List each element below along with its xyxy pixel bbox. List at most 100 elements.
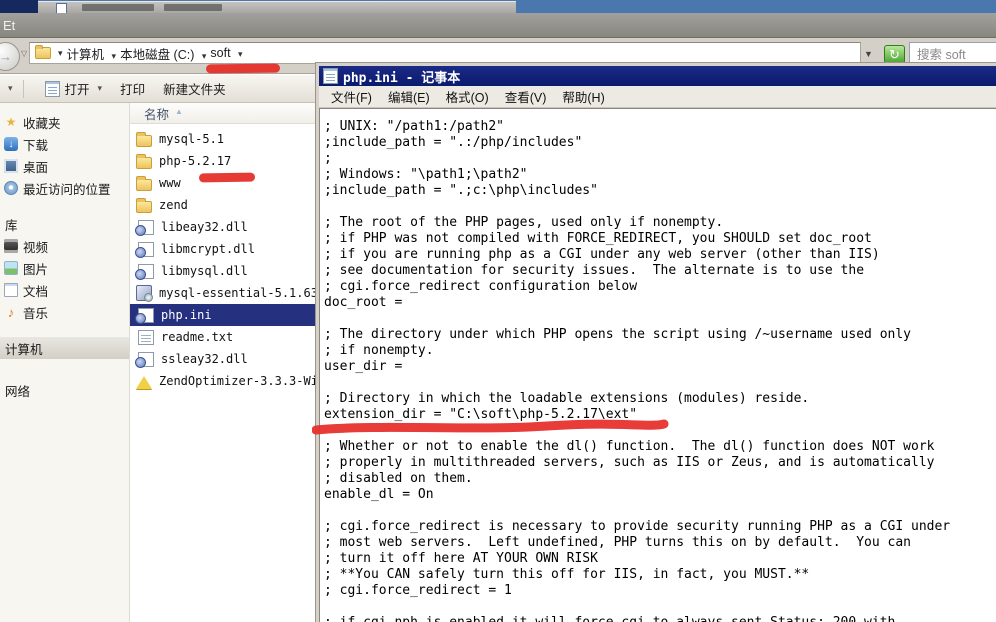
editor-line: enable_dl = On (324, 487, 996, 503)
file-icon (138, 242, 154, 257)
editor-line: ; Windows: "\path1;\path2" (324, 167, 996, 183)
background-window-titlebar (38, 1, 516, 13)
editor-line: ; turn it off here AT YOUR OWN RISK (324, 551, 996, 567)
sidebar-item-icon (4, 283, 18, 297)
folder-icon (35, 47, 51, 59)
breadcrumb: 计算机 ▾ 本地磁盘 (C:) ▾ soft ▾ (67, 44, 247, 63)
menu-item[interactable]: 文件(F) (323, 85, 380, 108)
explorer-title-fragment: Et (3, 18, 15, 33)
editor-line: ; Directory in which the loadable extens… (324, 391, 996, 407)
chevron-down-icon[interactable]: ▾ (108, 51, 121, 61)
chevron-down-icon[interactable]: ▾ (234, 49, 247, 59)
red-marker-php-folder (199, 173, 255, 183)
editor-line: doc_root = (324, 295, 996, 311)
forward-button[interactable]: → (0, 42, 20, 71)
print-button[interactable]: 打印 (111, 76, 154, 101)
address-bar[interactable]: ▾ 计算机 ▾ 本地磁盘 (C:) ▾ soft ▾ (29, 42, 861, 64)
editor-line: ; if PHP was not compiled with FORCE_RED… (324, 231, 996, 247)
file-icon (138, 330, 154, 345)
sidebar-item-icon (4, 181, 18, 195)
editor-line: ; most web servers. Left undefined, PHP … (324, 535, 996, 551)
sidebar-item[interactable]: 最近访问的位置 (0, 177, 129, 199)
chevron-down-icon: ▾ (98, 83, 103, 94)
editor-line: ; **You CAN safely turn this off for IIS… (324, 567, 996, 583)
sidebar-item[interactable]: 视频 (0, 235, 129, 257)
editor-line: ; if cgi.nph is enabled it will force cg… (324, 615, 996, 622)
background-window-title-blur (82, 4, 154, 11)
editor-line: user_dir = (324, 359, 996, 375)
sidebar-item[interactable]: 网络 (0, 379, 129, 401)
notepad-title: php.ini - 记事本 (343, 67, 460, 86)
new-folder-button[interactable]: 新建文件夹 (154, 76, 235, 101)
file-icon (136, 135, 152, 147)
sidebar-item[interactable]: 文档 (0, 279, 129, 301)
sidebar-item[interactable]: 收藏夹 (0, 111, 129, 133)
breadcrumb-segment[interactable]: soft (210, 46, 230, 60)
file-icon (136, 285, 152, 301)
red-marker-soft-breadcrumb (206, 64, 280, 74)
file-icon (136, 179, 152, 191)
desktop: Et → ▽ ▾ 计算机 ▾ 本地磁盘 (C:) ▾ (0, 0, 996, 622)
editor-line: ;include_path = ".:/php/includes" (324, 135, 996, 151)
sidebar-item-icon (4, 239, 18, 253)
editor-line: ; see documentation for security issues.… (324, 263, 996, 279)
editor-line: ; Whether or not to enable the dl() func… (324, 439, 996, 455)
editor-line: ; The directory under which PHP opens th… (324, 327, 996, 343)
nav-history-dropdown-icon[interactable]: ▽ (21, 49, 27, 58)
organize-dropdown-icon[interactable]: ▾ (8, 83, 13, 94)
sidebar-item[interactable]: 下载 (0, 133, 129, 155)
sidebar-item[interactable]: 库 (0, 213, 129, 235)
file-icon (138, 264, 154, 279)
notepad-window: php.ini - 记事本 文件(F)编辑(E)格式(O)查看(V)帮助(H) … (315, 62, 996, 622)
menu-item[interactable]: 格式(O) (438, 85, 497, 108)
menu-item[interactable]: 查看(V) (497, 85, 555, 108)
background-window-corner (0, 0, 38, 13)
chevron-down-icon[interactable]: ▾ (198, 51, 211, 61)
forward-arrow-icon: → (0, 49, 12, 64)
editor-line (324, 599, 996, 615)
sidebar-item-icon (4, 305, 18, 319)
sidebar-item-icon (4, 137, 18, 151)
editor-line: ; if you are running php as a CGI under … (324, 247, 996, 263)
sidebar-item-icon (4, 159, 18, 173)
explorer-titlebar[interactable]: Et (0, 13, 996, 38)
sort-ascending-icon: ▲ (175, 107, 183, 116)
search-box[interactable]: 搜索 soft (909, 42, 996, 64)
refresh-icon: ↻ (889, 47, 900, 63)
sidebar-item[interactable]: 计算机 (0, 337, 129, 359)
background-window-strip (0, 0, 996, 13)
breadcrumb-segment[interactable]: 计算机 (67, 48, 105, 62)
menu-item[interactable]: 编辑(E) (380, 85, 438, 108)
notepad-file-icon (45, 81, 60, 97)
sidebar-item[interactable]: 图片 (0, 257, 129, 279)
editor-line (324, 503, 996, 519)
sidebar-item-icon (4, 261, 18, 275)
editor-line (324, 375, 996, 391)
background-window-title-blur (164, 4, 222, 11)
notepad-editor[interactable]: ; UNIX: "/path1:/path2";include_path = "… (319, 108, 996, 622)
editor-line: ;include_path = ".;c:\php\includes" (324, 183, 996, 199)
editor-line: ; properly in multithreaded servers, suc… (324, 455, 996, 471)
open-button[interactable]: 打开 ▾ (36, 76, 112, 101)
breadcrumb-segment[interactable]: 本地磁盘 (C:) (120, 48, 194, 62)
file-icon (136, 201, 152, 213)
chevron-down-icon[interactable]: ▾ (54, 48, 67, 59)
editor-line: ; disabled on them. (324, 471, 996, 487)
address-dropdown-icon[interactable]: ▼ (864, 49, 873, 59)
editor-line: ; (324, 151, 996, 167)
editor-line: ; The root of the PHP pages, used only i… (324, 215, 996, 231)
file-icon (138, 308, 154, 323)
sidebar-item[interactable]: 桌面 (0, 155, 129, 177)
notepad-menubar: 文件(F)编辑(E)格式(O)查看(V)帮助(H) (319, 86, 996, 108)
editor-line: ; cgi.force_redirect is necessary to pro… (324, 519, 996, 535)
editor-line (324, 199, 996, 215)
notepad-icon (323, 68, 338, 84)
toolbar-separator (23, 80, 24, 98)
editor-line: ; cgi.force_redirect configuration below (324, 279, 996, 295)
sidebar-item[interactable]: 音乐 (0, 301, 129, 323)
menu-item[interactable]: 帮助(H) (554, 85, 612, 108)
file-icon (136, 157, 152, 169)
file-icon (138, 220, 154, 235)
file-icon (136, 376, 152, 389)
notepad-titlebar[interactable]: php.ini - 记事本 (319, 66, 996, 86)
